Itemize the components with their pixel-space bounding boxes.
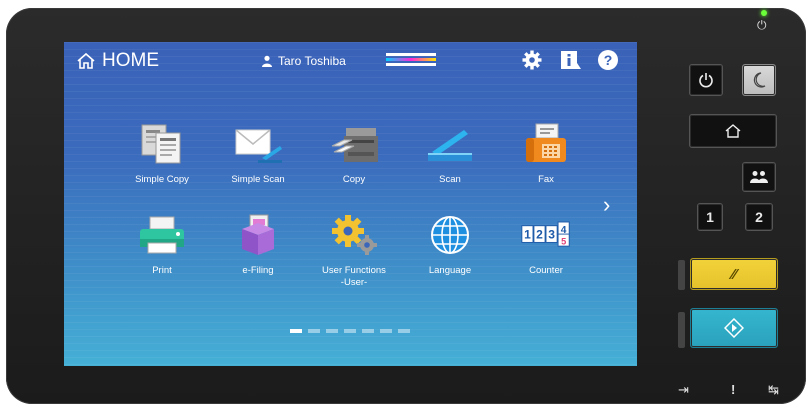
- app-label: Simple Scan: [231, 174, 285, 185]
- home-button[interactable]: [689, 114, 777, 148]
- home-title[interactable]: HOME: [76, 50, 159, 72]
- page-dot[interactable]: [308, 329, 320, 333]
- start-indicator-slot: [678, 312, 685, 348]
- print-icon: [136, 211, 188, 259]
- error-indicator-icon: !: [731, 382, 736, 397]
- app-label: e-Filing: [242, 265, 274, 276]
- job-button-1[interactable]: 1: [697, 203, 723, 231]
- toner-status[interactable]: [386, 53, 436, 69]
- settings-gear-icon[interactable]: [521, 49, 543, 71]
- power-indicator-led: [761, 10, 767, 16]
- simple-copy-icon: [136, 120, 188, 168]
- e-filing-icon: [232, 211, 284, 259]
- app-label: Counter: [529, 265, 563, 276]
- counter-digit-3: 3: [548, 228, 555, 242]
- home-label: HOME: [102, 50, 159, 71]
- nfc-card-reader-icon: ↹: [768, 382, 779, 397]
- app-label: Language: [428, 265, 472, 276]
- svg-text:?: ?: [604, 52, 613, 68]
- app-copy[interactable]: Copy: [306, 114, 402, 205]
- app-row-1: Simple Copy Simple Scan Copy Scan Fax: [114, 114, 634, 205]
- app-counter[interactable]: 12345 Counter: [498, 205, 594, 296]
- app-fax[interactable]: Fax: [498, 114, 594, 205]
- fax-icon: [520, 120, 572, 168]
- home-icon: [725, 124, 741, 138]
- reset-indicator-slot: [678, 260, 685, 290]
- next-page-chevron-icon[interactable]: ›: [603, 192, 610, 218]
- start-button[interactable]: [690, 308, 778, 348]
- app-label: Print: [152, 265, 172, 276]
- main-power-icon: ⏻: [757, 18, 767, 32]
- counter-digit-2: 2: [536, 228, 543, 242]
- app-label-line1: User Functions: [322, 265, 386, 276]
- page-dot[interactable]: [380, 329, 392, 333]
- user-functions-icon: [328, 211, 380, 259]
- start-icon: [724, 318, 744, 338]
- reset-button[interactable]: ⁄⁄: [690, 258, 778, 290]
- page-dot[interactable]: [290, 329, 302, 333]
- app-label: Fax: [538, 174, 554, 185]
- app-simple-scan[interactable]: Simple Scan: [210, 114, 306, 205]
- app-print[interactable]: Print: [114, 205, 210, 296]
- page-indicator: [290, 329, 410, 333]
- app-label: Simple Copy: [135, 174, 189, 185]
- page-dot[interactable]: [362, 329, 374, 333]
- top-icons: ?: [521, 49, 619, 71]
- reset-icon: ⁄⁄: [731, 265, 737, 283]
- app-row-2: Print e-Filing User Functions -User- Lang…: [114, 205, 634, 296]
- app-scan[interactable]: Scan: [402, 114, 498, 205]
- app-simple-copy[interactable]: Simple Copy: [114, 114, 210, 205]
- user-info[interactable]: Taro Toshiba: [261, 54, 346, 68]
- app-e-filing[interactable]: e-Filing: [210, 205, 306, 296]
- user-name: Taro Toshiba: [278, 54, 346, 68]
- app-label: User Functions -User-: [322, 265, 386, 289]
- power-button[interactable]: [689, 64, 723, 96]
- energy-save-button[interactable]: [742, 64, 776, 96]
- data-indicator-icon: ⇥: [678, 382, 689, 397]
- app-user-functions[interactable]: User Functions -User-: [306, 205, 402, 296]
- top-bar: HOME Taro Toshiba ?: [64, 42, 637, 80]
- app-language[interactable]: Language: [402, 205, 498, 296]
- counter-digit-1: 1: [524, 228, 531, 242]
- app-label: Scan: [439, 174, 461, 185]
- page-dot[interactable]: [344, 329, 356, 333]
- home-icon: [77, 52, 95, 69]
- app-label: Copy: [342, 174, 366, 185]
- touch-screen: HOME Taro Toshiba ? Simple Copy Simple S…: [64, 42, 637, 366]
- user-access-icon: [750, 171, 768, 183]
- simple-scan-icon: [232, 120, 284, 168]
- language-globe-icon: [424, 211, 476, 259]
- counter-digit-5: 5: [561, 236, 566, 246]
- page-dot[interactable]: [326, 329, 338, 333]
- counter-icon: 12345: [520, 211, 572, 259]
- page-dot[interactable]: [398, 329, 410, 333]
- scan-icon: [424, 120, 476, 168]
- help-icon[interactable]: ?: [597, 49, 619, 71]
- app-label-line2: -User-: [340, 277, 368, 288]
- app-grid: Simple Copy Simple Scan Copy Scan Fax Pr…: [114, 114, 634, 296]
- copy-icon: [328, 120, 380, 168]
- user-icon: [262, 55, 272, 67]
- user-access-button[interactable]: [742, 162, 776, 192]
- moon-icon: [753, 72, 766, 88]
- info-icon[interactable]: [559, 49, 581, 71]
- power-icon: [699, 73, 713, 88]
- job-button-2[interactable]: 2: [745, 203, 773, 231]
